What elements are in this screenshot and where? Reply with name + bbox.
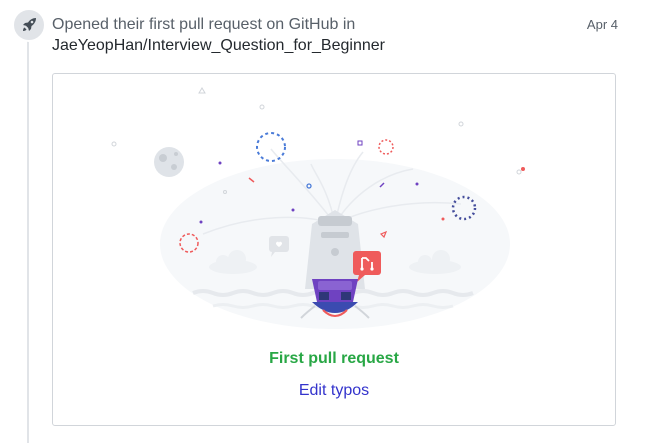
event-headline: Opened their first pull request on GitHu… [52, 14, 552, 56]
ship-launch-illustration [111, 87, 525, 329]
dashed-circle-blue [256, 132, 286, 162]
rocket-icon [23, 18, 36, 31]
achievement-title: First pull request [269, 350, 399, 367]
dashed-circle-red-top [378, 139, 394, 155]
event-date: Apr 4 [586, 17, 618, 32]
timeline-line [27, 36, 29, 443]
achievement-card: First pull request Edit typos [52, 73, 616, 426]
repository-link[interactable]: JaeYeopHan/Interview_Question_for_Beginn… [52, 37, 385, 54]
event-description: Opened their first pull request on GitHu… [52, 16, 356, 33]
timeline-badge [12, 8, 46, 42]
pull-request-link[interactable]: Edit typos [53, 382, 615, 400]
moon [154, 147, 184, 177]
